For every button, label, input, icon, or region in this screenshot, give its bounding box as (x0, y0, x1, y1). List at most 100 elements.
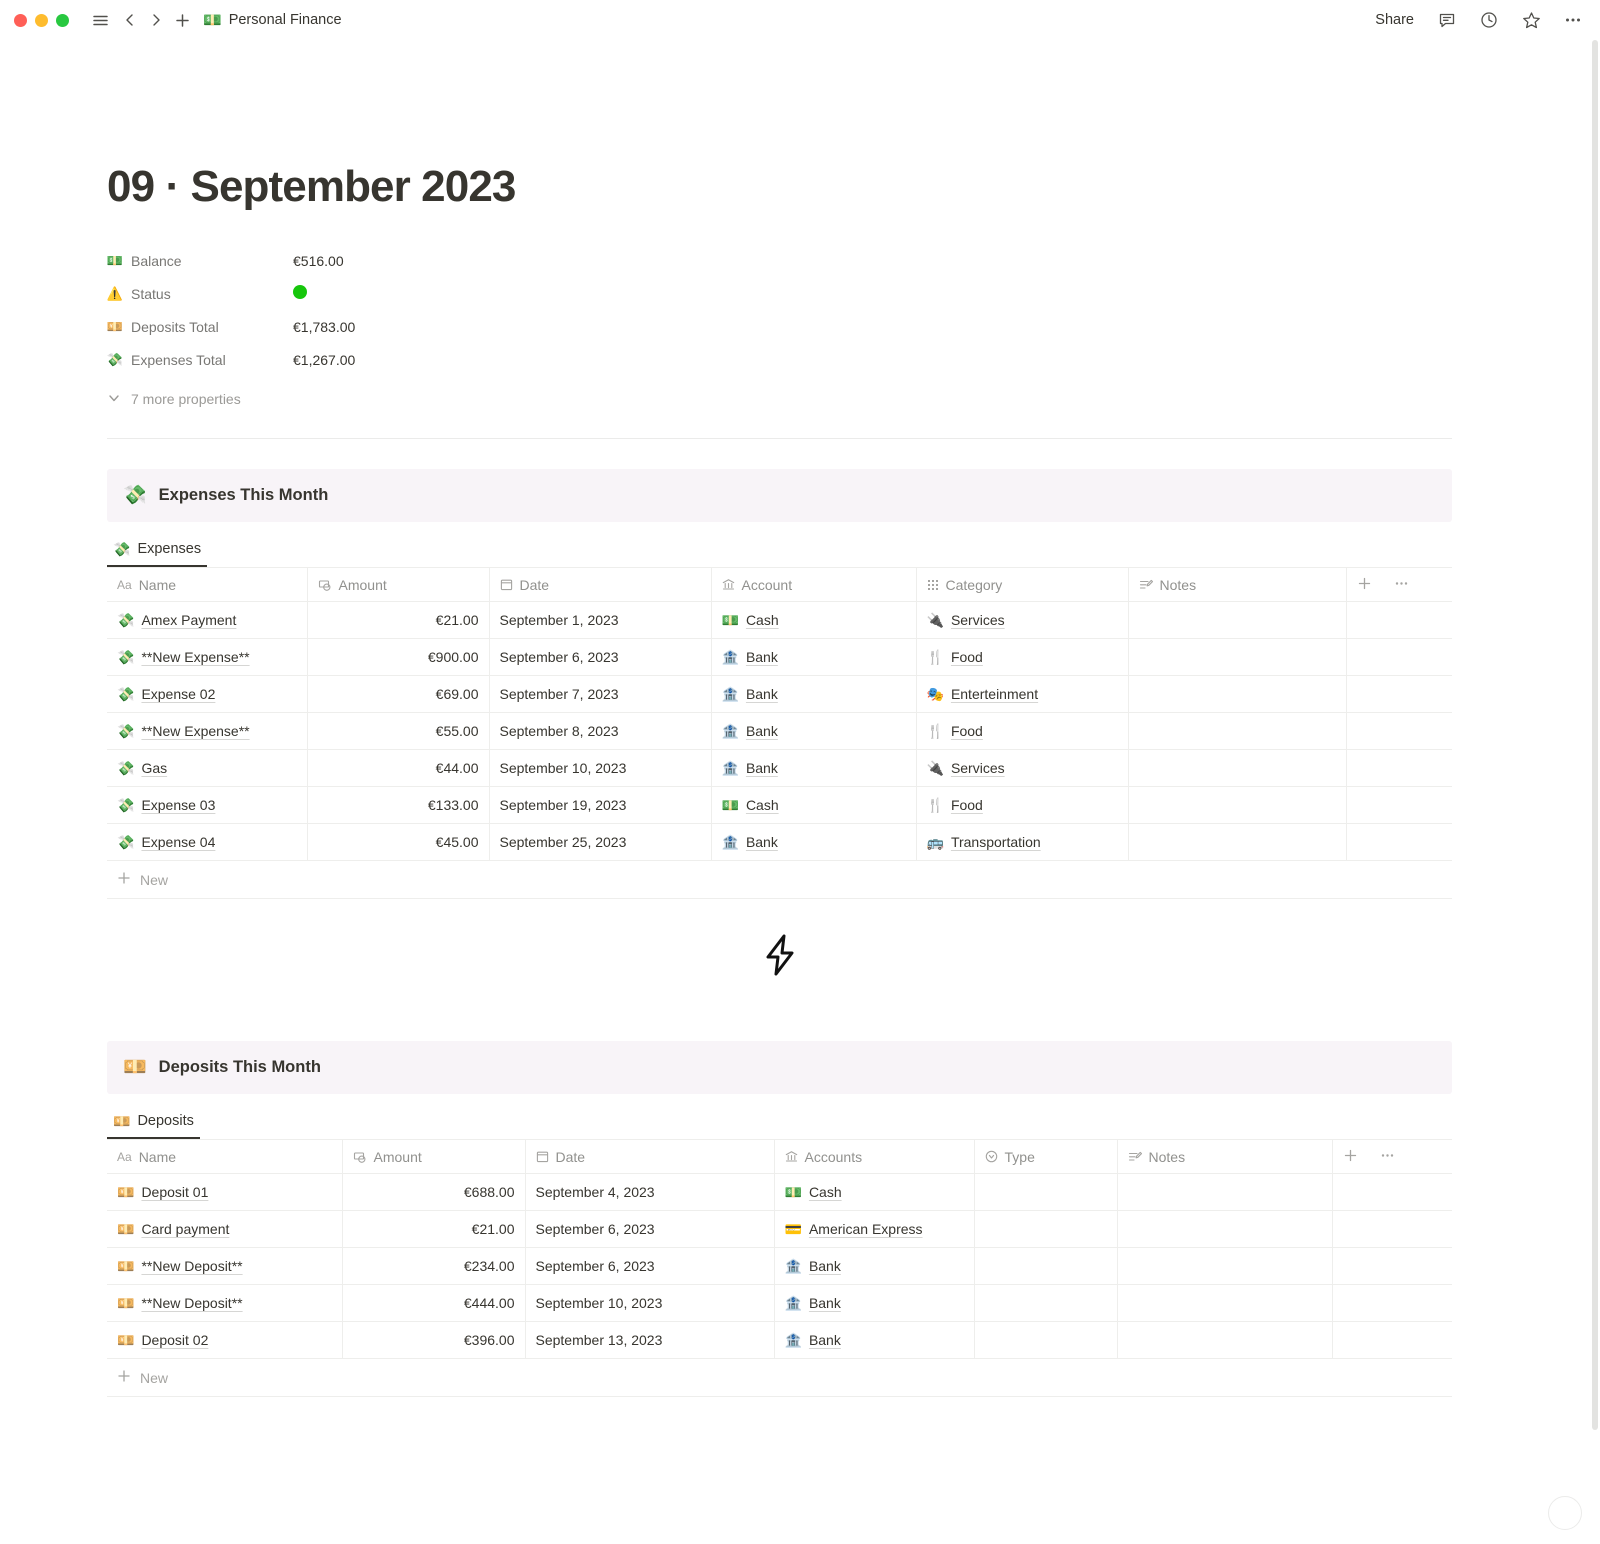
cell-account[interactable]: 🏦 Bank (711, 638, 917, 677)
cell-name[interactable]: 💸 Expense 04 (107, 823, 308, 862)
add-column-button[interactable] (1343, 1148, 1358, 1166)
cell-amount[interactable]: €55.00 (307, 712, 490, 751)
property-value-balance[interactable]: €516.00 (293, 253, 344, 269)
table-row[interactable]: 💸 Expense 03 €133.00 September 19, 2023 💵… (107, 786, 1452, 825)
cell-date[interactable]: September 6, 2023 (525, 1247, 775, 1286)
tab-deposits[interactable]: 💴 Deposits (107, 1110, 200, 1140)
cell-account[interactable]: 💳 American Express (774, 1210, 975, 1249)
cell-notes[interactable] (1128, 638, 1347, 677)
cell-name[interactable]: 💸 Amex Payment (107, 601, 308, 640)
cell-type[interactable] (974, 1321, 1118, 1360)
table-row[interactable]: 💸 **New Expense** €55.00 September 8, 202… (107, 712, 1452, 751)
add-column-button[interactable] (1357, 576, 1372, 594)
vertical-scrollbar[interactable] (1592, 40, 1598, 1465)
cell-name[interactable]: 💸 Expense 03 (107, 786, 308, 825)
cell-name[interactable]: 💴 Deposit 01 (107, 1173, 343, 1212)
cell-notes[interactable] (1128, 675, 1347, 714)
cell-name[interactable]: 💴 **New Deposit** (107, 1284, 343, 1323)
more-options-icon[interactable] (1560, 7, 1586, 33)
table-row[interactable]: 💴 Deposit 02 €396.00 September 13, 2023 🏦… (107, 1321, 1452, 1360)
new-page-icon[interactable] (169, 7, 195, 33)
cell-date[interactable]: September 10, 2023 (525, 1284, 775, 1323)
property-value-expenses-total[interactable]: €1,267.00 (293, 352, 355, 368)
cell-account[interactable]: 🏦 Bank (711, 823, 917, 862)
property-balance[interactable]: 💵 Balance €516.00 (107, 244, 1452, 277)
cell-notes[interactable] (1117, 1210, 1333, 1249)
cell-notes[interactable] (1117, 1284, 1333, 1323)
breadcrumb[interactable]: 💵 Personal Finance (203, 12, 342, 28)
cell-amount[interactable]: €688.00 (342, 1173, 526, 1212)
cell-date[interactable]: September 1, 2023 (489, 601, 712, 640)
cell-category[interactable]: 🚌 Transportation (916, 823, 1129, 862)
cell-date[interactable]: September 6, 2023 (489, 638, 712, 677)
table-row[interactable]: 💴 Card payment €21.00 September 6, 2023 💳… (107, 1210, 1452, 1249)
cell-amount[interactable]: €21.00 (307, 601, 490, 640)
column-header-notes[interactable]: Notes (1128, 567, 1347, 603)
cell-notes[interactable] (1128, 712, 1347, 751)
table-row[interactable]: 💸 Expense 02 €69.00 September 7, 2023 🏦 Ba… (107, 675, 1452, 714)
cell-notes[interactable] (1117, 1247, 1333, 1286)
cell-date[interactable]: September 6, 2023 (525, 1210, 775, 1249)
cell-name[interactable]: 💸 **New Expense** (107, 712, 308, 751)
column-header-amount[interactable]: Amount (342, 1139, 526, 1175)
cell-name[interactable]: 💸 Gas (107, 749, 308, 788)
cell-category[interactable]: 🍴 Food (916, 712, 1129, 751)
table-row[interactable]: 💸 **New Expense** €900.00 September 6, 20… (107, 638, 1452, 677)
cell-amount[interactable]: €21.00 (342, 1210, 526, 1249)
minimize-window-button[interactable] (35, 13, 48, 27)
column-header-date[interactable]: Date (525, 1139, 775, 1175)
column-header-accounts[interactable]: Accounts (774, 1139, 975, 1175)
cell-date[interactable]: September 13, 2023 (525, 1321, 775, 1360)
history-clock-icon[interactable] (1476, 7, 1502, 33)
comment-icon[interactable] (1434, 7, 1460, 33)
cell-type[interactable] (974, 1173, 1118, 1212)
new-expense-row-button[interactable]: New (107, 861, 1452, 900)
cell-type[interactable] (974, 1247, 1118, 1286)
cell-account[interactable]: 🏦 Bank (774, 1247, 975, 1286)
table-row[interactable]: 💴 **New Deposit** €444.00 September 10, 2… (107, 1284, 1452, 1323)
column-header-type[interactable]: Type (974, 1139, 1118, 1175)
cell-notes[interactable] (1128, 749, 1347, 788)
table-row[interactable]: 💴 **New Deposit** €234.00 September 6, 20… (107, 1247, 1452, 1286)
cell-category[interactable]: 🔌 Services (916, 601, 1129, 640)
cell-category[interactable]: 🎭 Enterteinment (916, 675, 1129, 714)
cell-notes[interactable] (1117, 1321, 1333, 1360)
cell-notes[interactable] (1117, 1173, 1333, 1212)
column-header-account[interactable]: Account (711, 567, 917, 603)
cell-date[interactable]: September 10, 2023 (489, 749, 712, 788)
column-header-notes[interactable]: Notes (1117, 1139, 1333, 1175)
table-row[interactable]: 💸 Gas €44.00 September 10, 2023 🏦 Bank 🔌 Se… (107, 749, 1452, 788)
cell-category[interactable]: 🍴 Food (916, 638, 1129, 677)
cell-account[interactable]: 🏦 Bank (711, 749, 917, 788)
favorite-star-icon[interactable] (1518, 7, 1544, 33)
table-row[interactable]: 💴 Deposit 01 €688.00 September 4, 2023 💵 C… (107, 1173, 1452, 1212)
property-expenses-total[interactable]: 💸 Expenses Total €1,267.00 (107, 343, 1452, 376)
property-value-deposits-total[interactable]: €1,783.00 (293, 319, 355, 335)
cell-type[interactable] (974, 1284, 1118, 1323)
cell-notes[interactable] (1128, 601, 1347, 640)
cell-account[interactable]: 🏦 Bank (711, 712, 917, 751)
close-window-button[interactable] (14, 13, 27, 27)
column-header-name[interactable]: Aa Name (107, 567, 308, 603)
table-options-icon[interactable] (1394, 576, 1409, 594)
table-row[interactable]: 💸 Expense 04 €45.00 September 25, 2023 🏦 B… (107, 823, 1452, 862)
cell-date[interactable]: September 4, 2023 (525, 1173, 775, 1212)
cell-account[interactable]: 🏦 Bank (711, 675, 917, 714)
cell-notes[interactable] (1128, 823, 1347, 862)
share-button[interactable]: Share (1371, 10, 1418, 30)
column-header-date[interactable]: Date (489, 567, 712, 603)
tab-expenses[interactable]: 💸 Expenses (107, 538, 208, 568)
cell-notes[interactable] (1128, 786, 1347, 825)
maximize-window-button[interactable] (56, 13, 69, 27)
cell-amount[interactable]: €234.00 (342, 1247, 526, 1286)
cell-amount[interactable]: €69.00 (307, 675, 490, 714)
cell-account[interactable]: 💵 Cash (711, 786, 917, 825)
back-icon[interactable] (117, 7, 143, 33)
breadcrumb-title[interactable]: Personal Finance (229, 12, 342, 28)
cell-name[interactable]: 💴 Card payment (107, 1210, 343, 1249)
help-button[interactable] (1548, 1496, 1582, 1530)
table-row[interactable]: 💸 Amex Payment €21.00 September 1, 2023 💵… (107, 601, 1452, 640)
cell-amount[interactable]: €44.00 (307, 749, 490, 788)
cell-date[interactable]: September 19, 2023 (489, 786, 712, 825)
cell-amount[interactable]: €133.00 (307, 786, 490, 825)
